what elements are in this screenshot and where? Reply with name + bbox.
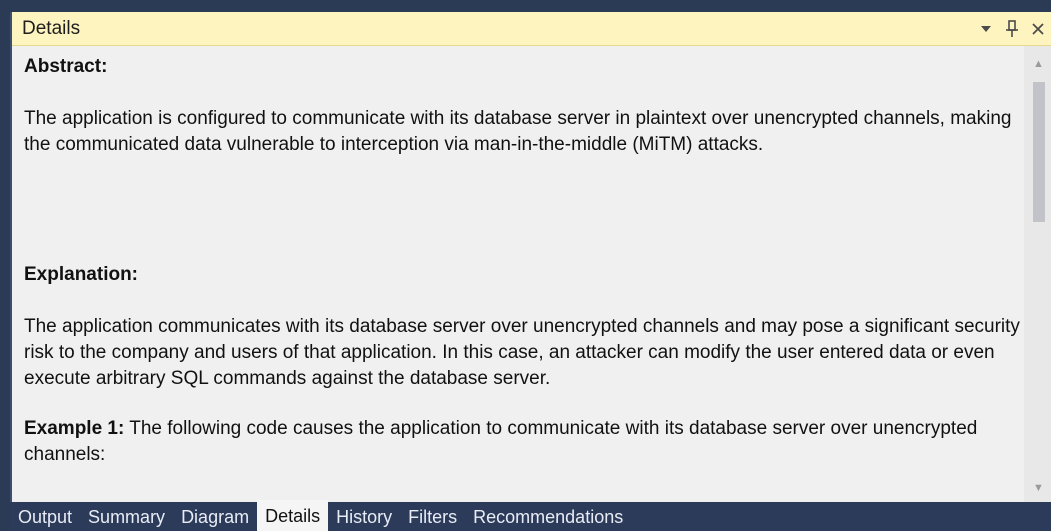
scroll-up-arrow-icon[interactable]: ▲ [1024, 52, 1051, 76]
tab-filters[interactable]: Filters [400, 504, 465, 531]
explanation-heading: Explanation: [24, 264, 139, 285]
example-paragraph: Example 1: The following code causes the… [24, 416, 1024, 468]
example-label: Example 1: [24, 418, 125, 439]
tab-recommendations[interactable]: Recommendations [465, 504, 631, 531]
bottom-tab-bar: Output Summary Diagram Details History F… [10, 500, 1051, 531]
scrollbar-thumb[interactable] [1033, 82, 1045, 222]
explanation-text: The application communicates with its da… [24, 316, 1020, 389]
tab-summary[interactable]: Summary [80, 504, 173, 531]
details-panel: Details Abstract: The application is con… [10, 12, 1051, 502]
details-content: Abstract: The application is configured … [12, 46, 1024, 502]
tab-output[interactable]: Output [10, 504, 80, 531]
pin-icon[interactable] [1001, 17, 1023, 41]
dropdown-arrow-icon[interactable] [975, 17, 997, 41]
scroll-down-arrow-icon[interactable]: ▼ [1024, 476, 1051, 500]
close-icon[interactable] [1027, 17, 1049, 41]
tab-details[interactable]: Details [257, 500, 329, 531]
tab-history[interactable]: History [328, 504, 400, 531]
abstract-heading: Abstract: [24, 56, 108, 77]
abstract-text: The application is configured to communi… [24, 108, 1012, 155]
vertical-scrollbar[interactable]: ▲ ▼ [1024, 46, 1051, 502]
tab-diagram[interactable]: Diagram [173, 504, 257, 531]
example-text: The following code causes the applicatio… [24, 418, 978, 465]
panel-title: Details [22, 17, 81, 39]
panel-titlebar: Details [12, 12, 1051, 46]
